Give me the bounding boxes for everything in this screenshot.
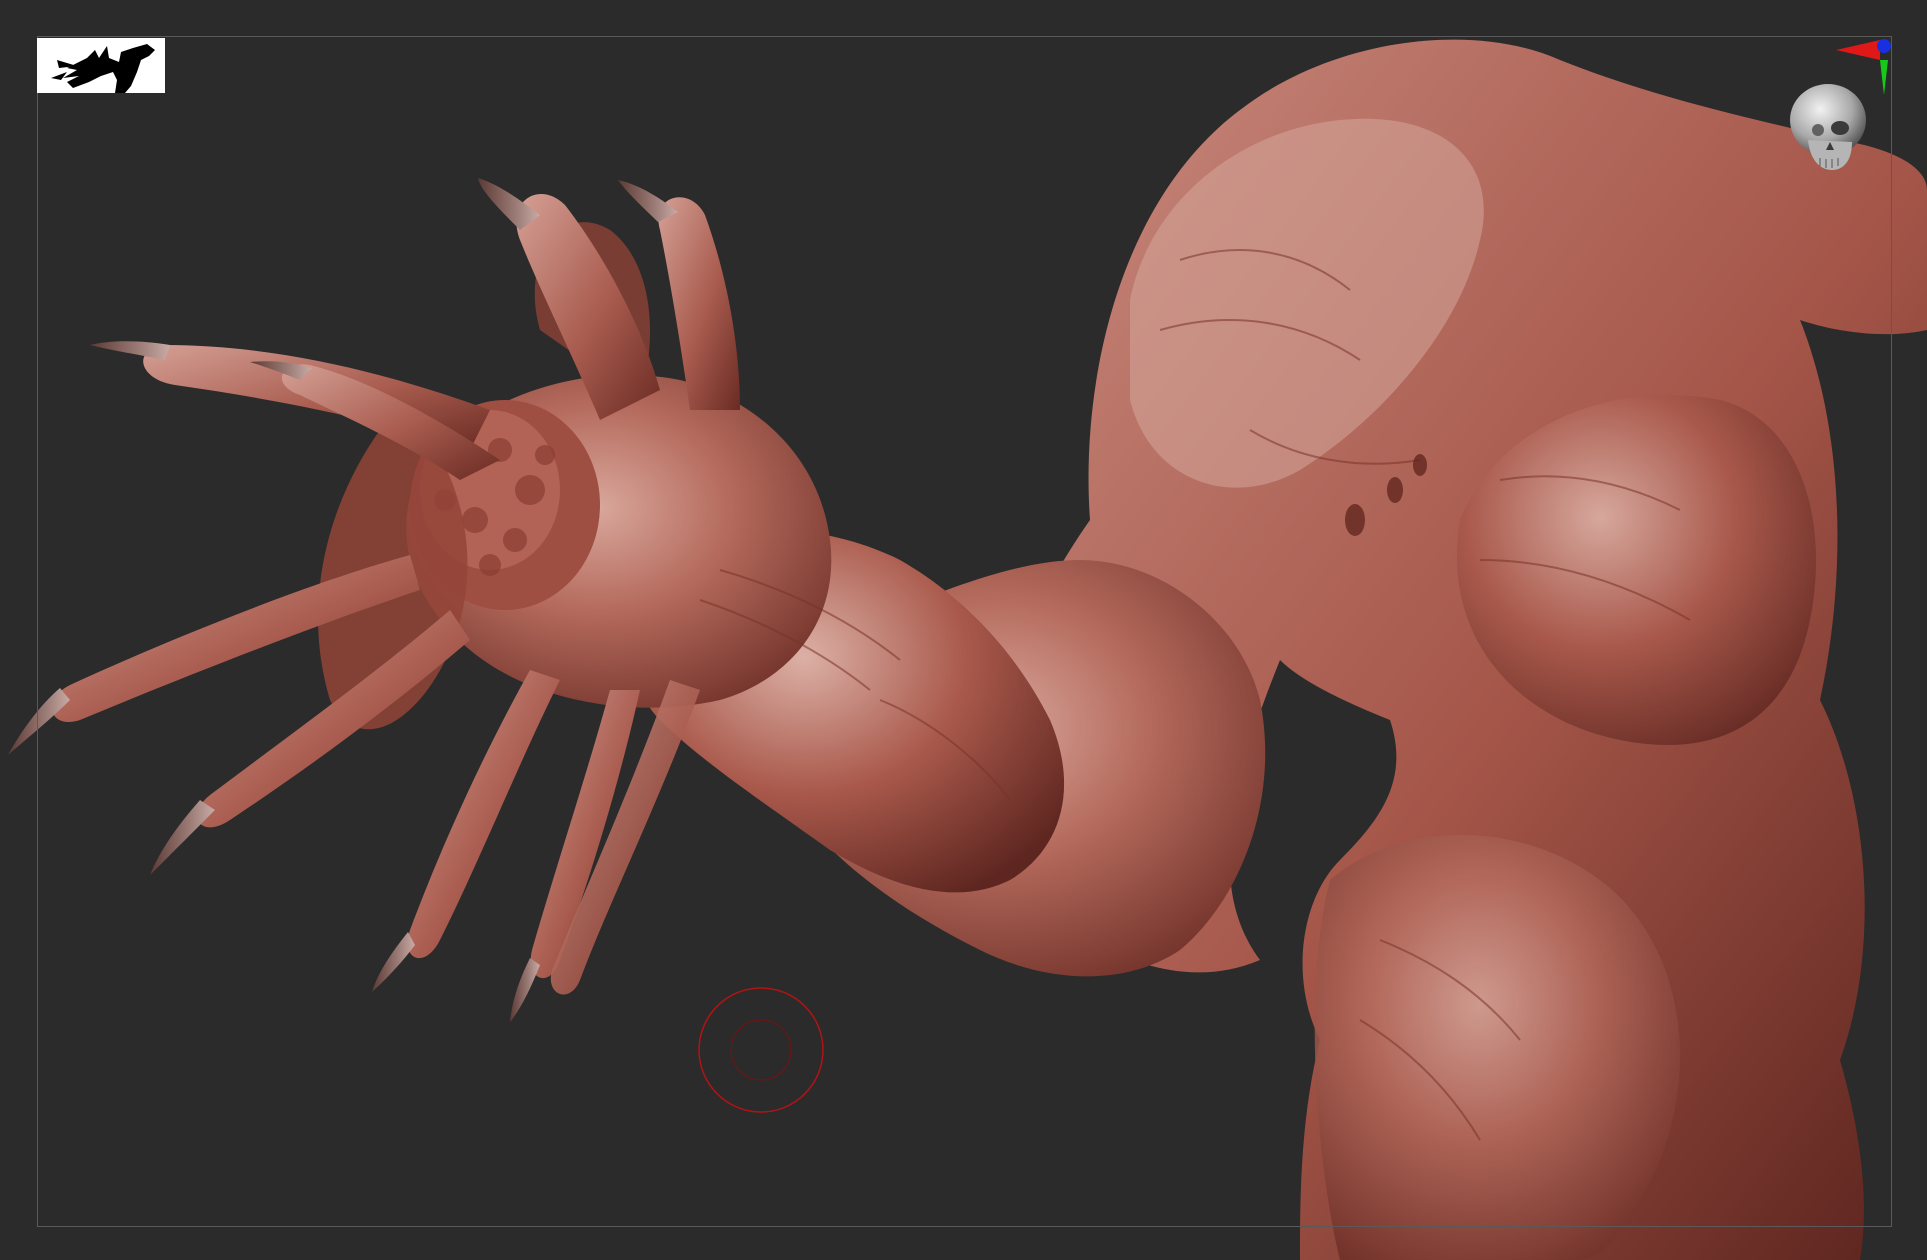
brush-cursor-icon <box>698 987 824 1113</box>
sculpt-viewport[interactable] <box>0 0 1927 1260</box>
silhouette-thumbnail-icon[interactable] <box>37 38 165 93</box>
skull-orientation-gizmo-icon[interactable] <box>1780 30 1900 180</box>
viewport-frame <box>37 36 1892 1227</box>
